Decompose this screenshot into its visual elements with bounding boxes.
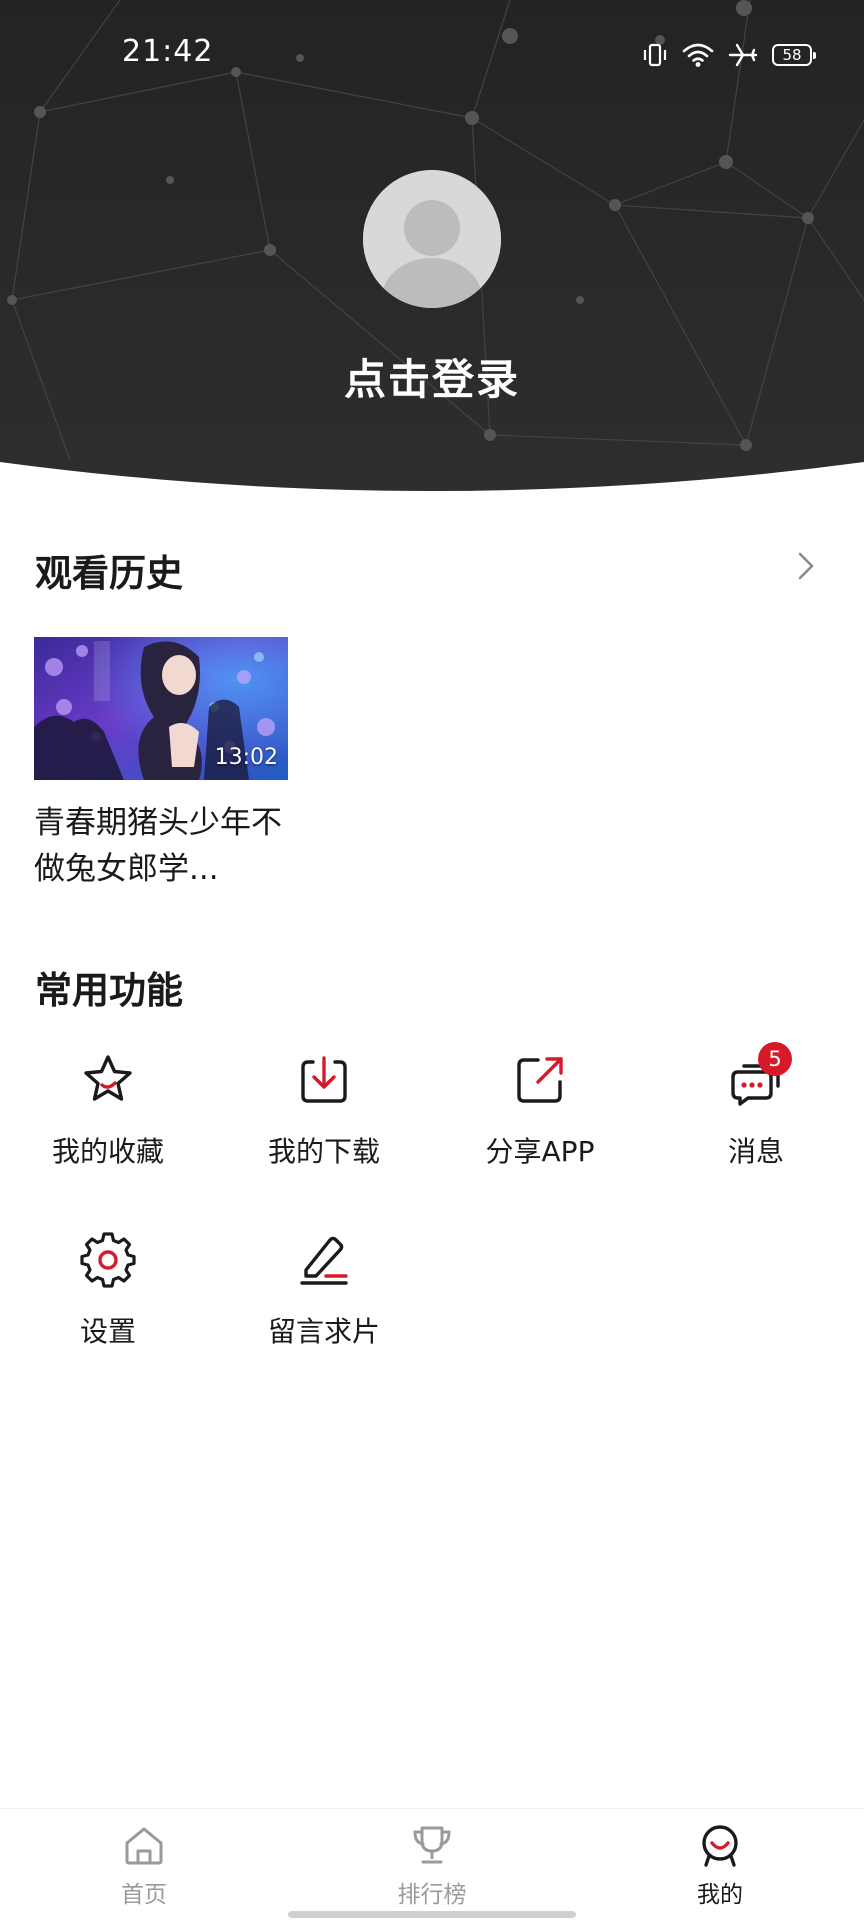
share-icon	[517, 1057, 563, 1103]
home-indicator[interactable]	[288, 1911, 576, 1918]
avatar[interactable]	[363, 170, 501, 308]
download-icon	[301, 1056, 347, 1103]
nav-mine[interactable]: 我的	[576, 1809, 864, 1921]
status-time: 21:42	[122, 34, 214, 69]
user-placeholder-icon	[363, 170, 501, 308]
request-video-label: 留言求片	[267, 1315, 380, 1348]
downloads-button[interactable]: 我的下载	[216, 1052, 432, 1202]
status-icons: 58	[642, 38, 816, 72]
video-duration: 13:02	[214, 745, 278, 770]
profile-header: 21:42 58 点击登录	[0, 0, 864, 500]
airplane-icon	[728, 42, 758, 68]
history-title: 观看历史	[35, 552, 183, 595]
message-count-badge: 5	[758, 1042, 792, 1076]
vibrate-icon	[642, 42, 668, 68]
functions-title: 常用功能	[35, 969, 183, 1012]
nav-ranking-label: 排行榜	[397, 1882, 467, 1908]
history-thumbnail[interactable]: 13:02	[34, 637, 288, 780]
status-bar: 21:42 58	[0, 0, 864, 110]
share-app-button[interactable]: 分享APP	[432, 1052, 648, 1202]
gear-icon	[80, 1232, 136, 1288]
edit-icon	[300, 1236, 348, 1285]
history-video-title[interactable]: 青春期猪头少年不做兔女郎学...	[34, 800, 304, 892]
star-icon	[84, 1055, 132, 1101]
home-icon	[125, 1827, 163, 1865]
share-app-label: 分享APP	[485, 1135, 595, 1168]
nav-ranking[interactable]: 排行榜	[288, 1809, 576, 1921]
settings-button[interactable]: 设置	[0, 1232, 216, 1382]
battery-icon: 58	[772, 44, 816, 66]
trophy-icon	[413, 1826, 451, 1864]
nav-mine-label: 我的	[697, 1882, 743, 1908]
login-button[interactable]: 点击登录	[0, 346, 864, 407]
favorites-button[interactable]: 我的收藏	[0, 1052, 216, 1202]
battery-level: 58	[782, 45, 802, 64]
nav-home-label: 首页	[121, 1882, 167, 1908]
settings-label: 设置	[79, 1315, 136, 1348]
wifi-icon	[682, 42, 714, 68]
bottom-navigation: 首页 排行榜 我的	[0, 1808, 864, 1921]
chevron-right-icon	[798, 552, 814, 580]
messages-label: 消息	[727, 1135, 784, 1168]
request-video-button[interactable]: 留言求片	[216, 1232, 432, 1382]
messages-button[interactable]: 消息	[648, 1052, 864, 1202]
nav-home[interactable]: 首页	[0, 1809, 288, 1921]
downloads-label: 我的下载	[267, 1135, 380, 1168]
profile-icon	[702, 1825, 738, 1867]
favorites-label: 我的收藏	[51, 1135, 164, 1168]
history-more-button[interactable]	[792, 548, 820, 584]
